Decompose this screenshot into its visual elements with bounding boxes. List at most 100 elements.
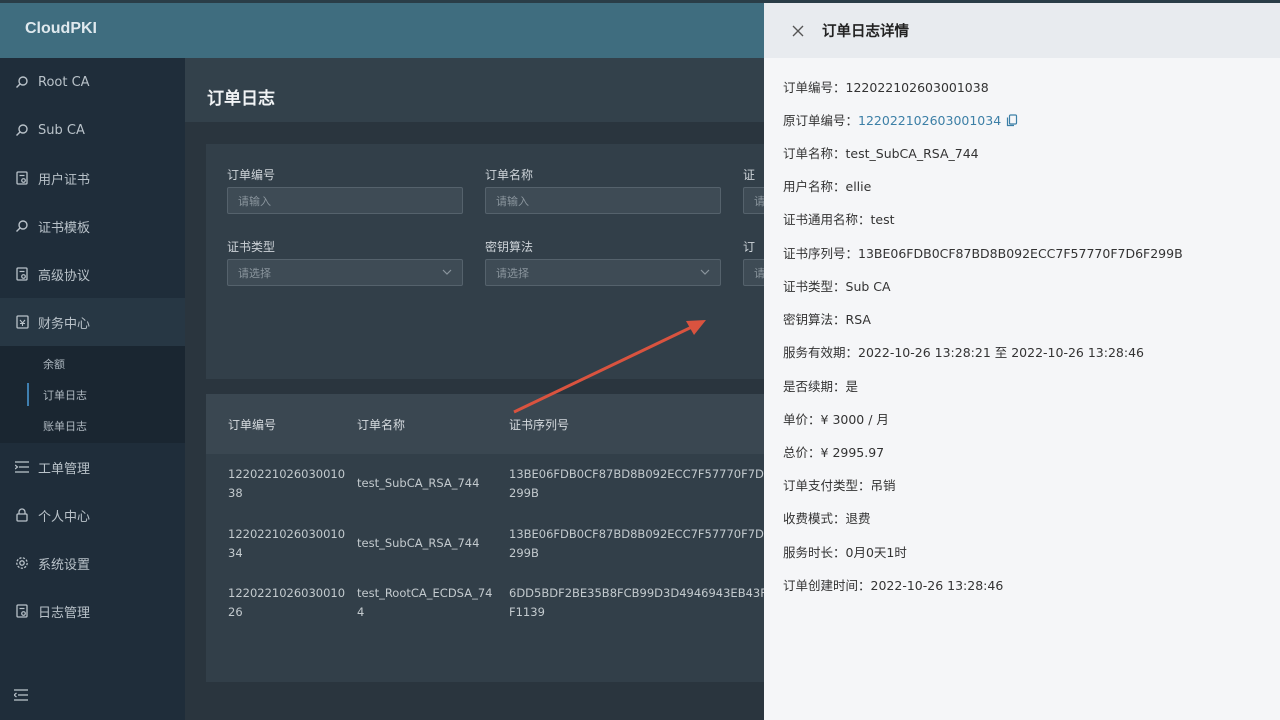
filter-cert-type-label: 证书类型: [227, 240, 276, 254]
certificate-icon: [14, 266, 30, 282]
sidebar-item-settings[interactable]: 系统设置: [0, 539, 185, 587]
detail-key: 密钥算法：: [783, 312, 846, 327]
filter-order-no-label: 订单编号: [227, 168, 276, 182]
detail-order-name: 订单名称：test_SubCA_RSA_744: [783, 143, 979, 162]
sidebar-nav-lower: 工单管理 个人中心 系统设置 日志管理: [0, 443, 185, 635]
cell-order-name: test_RootCA_ECDSA_744: [357, 586, 493, 619]
detail-value: RSA: [845, 312, 871, 327]
sidebar-item-label: 系统设置: [38, 557, 91, 573]
detail-key: 单价：: [783, 412, 821, 427]
key-algo-select[interactable]: 请选择: [485, 259, 721, 286]
cell-order-no: 122022102603001034: [228, 527, 346, 560]
detail-value: 退费: [845, 511, 871, 526]
list-icon: [14, 459, 30, 475]
sidebar-item-root-ca[interactable]: Root CA: [0, 58, 185, 106]
order-no-input[interactable]: 请输入: [227, 187, 463, 214]
detail-value: 2022-10-26 13:28:46: [870, 578, 1004, 593]
detail-renewal: 是否续期：是: [783, 376, 858, 395]
chevron-down-icon: [700, 267, 710, 277]
detail-key: 证书类型：: [783, 279, 846, 294]
detail-key: 收费模式：: [783, 511, 846, 526]
detail-value: 是: [845, 379, 859, 394]
search-icon: [14, 122, 30, 138]
sidebar-item-label: 证书模板: [38, 220, 91, 236]
detail-key: 证书通用名称：: [783, 212, 871, 227]
sidebar-subitem-bill-log[interactable]: 账单日志: [0, 410, 185, 441]
lock-icon: [14, 507, 30, 523]
detail-created-time: 订单创建时间：2022-10-26 13:28:46: [783, 575, 1003, 594]
copy-icon[interactable]: [1006, 114, 1018, 127]
sidebar-item-label: 高级协议: [38, 268, 91, 284]
detail-key: 原订单编号：: [783, 113, 859, 128]
app-logo[interactable]: CloudPKI: [25, 20, 97, 38]
detail-key: 订单支付类型：: [783, 478, 871, 493]
detail-key: 订单编号：: [783, 80, 846, 95]
key-algo-select-value: 请选择: [496, 266, 529, 280]
sidebar-item-log-mgmt[interactable]: 日志管理: [0, 587, 185, 635]
column-header-order-name[interactable]: 订单名称: [357, 416, 405, 433]
detail-value: Sub CA: [845, 279, 891, 294]
certificate-icon: [14, 603, 30, 619]
column-header-order-no[interactable]: 订单编号: [228, 416, 276, 433]
search-icon: [14, 74, 30, 90]
detail-service-duration: 服务时长：0月0天1时: [783, 542, 907, 561]
detail-common-name: 证书通用名称：test: [783, 209, 895, 228]
detail-key: 是否续期：: [783, 379, 846, 394]
detail-value: 2022-10-26 13:28:21 至 2022-10-26 13:28:4…: [858, 345, 1144, 360]
filter-order-name-label: 订单名称: [485, 168, 534, 182]
detail-value: 122022102603001038: [845, 80, 989, 95]
original-order-link[interactable]: 122022102603001034: [858, 113, 1001, 128]
sidebar-item-label: 个人中心: [38, 509, 91, 525]
detail-value: ellie: [845, 179, 872, 194]
gear-icon: [14, 555, 30, 571]
sidebar-item-personal[interactable]: 个人中心: [0, 491, 185, 539]
sidebar: CloudPKI Root CA Sub CA 用户证书 证书模板 高级协议 财…: [0, 0, 185, 720]
cell-serial: 13BE06FDB0CF87BD8B092ECC7F57770F7D6F299B: [509, 527, 778, 560]
sidebar-item-cert-template[interactable]: 证书模板: [0, 202, 185, 250]
order-name-input[interactable]: 请输入: [485, 187, 721, 214]
drawer-title: 订单日志详情: [822, 24, 909, 40]
detail-value: ¥ 2995.97: [820, 445, 885, 460]
cell-order-no: 122022102603001026: [228, 586, 346, 619]
sidebar-item-label: Root CA: [38, 74, 90, 90]
search-icon: [14, 218, 30, 234]
sidebar-item-ticket[interactable]: 工单管理: [0, 443, 185, 491]
detail-validity: 服务有效期：2022-10-26 13:28:21 至 2022-10-26 1…: [783, 342, 1144, 361]
detail-key: 服务有效期：: [783, 345, 859, 360]
sidebar-subitem-balance[interactable]: 余额: [0, 348, 185, 379]
shield-icon: [14, 314, 30, 330]
sidebar-item-label: Sub CA: [38, 122, 85, 138]
detail-key: 用户名称：: [783, 179, 846, 194]
sidebar-item-finance[interactable]: 财务中心: [0, 298, 185, 346]
cert-type-select[interactable]: 请选择: [227, 259, 463, 286]
detail-user-name: 用户名称：ellie: [783, 176, 871, 195]
drawer-header: 订单日志详情: [764, 0, 1280, 58]
detail-key: 服务时长：: [783, 545, 846, 560]
sidebar-item-label: 日志管理: [38, 605, 91, 621]
detail-key: 证书序列号：: [783, 246, 859, 261]
detail-value: ¥ 3000 / 月: [820, 412, 889, 427]
finance-subnav: 余额 订单日志 账单日志: [0, 346, 185, 443]
detail-payment-type: 订单支付类型：吊销: [783, 475, 896, 494]
sidebar-item-sub-ca[interactable]: Sub CA: [0, 106, 185, 154]
collapse-menu-icon[interactable]: [13, 686, 30, 702]
order-detail-drawer: 订单日志详情 订单编号：122022102603001038 原订单编号：122…: [764, 0, 1280, 720]
sidebar-subitem-order-log[interactable]: 订单日志: [0, 379, 185, 410]
detail-cert-type: 证书类型：Sub CA: [783, 276, 891, 295]
sidebar-item-user-cert[interactable]: 用户证书: [0, 154, 185, 202]
cell-order-no: 122022102603001038: [228, 467, 346, 500]
cell-serial: 6DD5BDF2BE35B8FCB99D3D4946943EB43F9F1139: [509, 586, 775, 619]
filter-key-algo-label: 密钥算法: [485, 240, 534, 254]
detail-unit-price: 单价：¥ 3000 / 月: [783, 409, 889, 428]
close-icon[interactable]: [790, 23, 806, 39]
filter-col3-label: 证: [743, 168, 756, 182]
sidebar-item-advanced-protocol[interactable]: 高级协议: [0, 250, 185, 298]
detail-value: test: [870, 212, 895, 227]
annotation-arrow: [513, 320, 706, 414]
detail-value: test_SubCA_RSA_744: [845, 146, 979, 161]
sidebar-nav: Root CA Sub CA 用户证书 证书模板 高级协议 财务中心: [0, 58, 185, 346]
sidebar-item-label: 财务中心: [38, 316, 91, 332]
logo-bar: CloudPKI: [0, 0, 185, 58]
detail-key: 总价：: [783, 445, 821, 460]
detail-original-order-no: 原订单编号：122022102603001034: [783, 110, 1018, 129]
